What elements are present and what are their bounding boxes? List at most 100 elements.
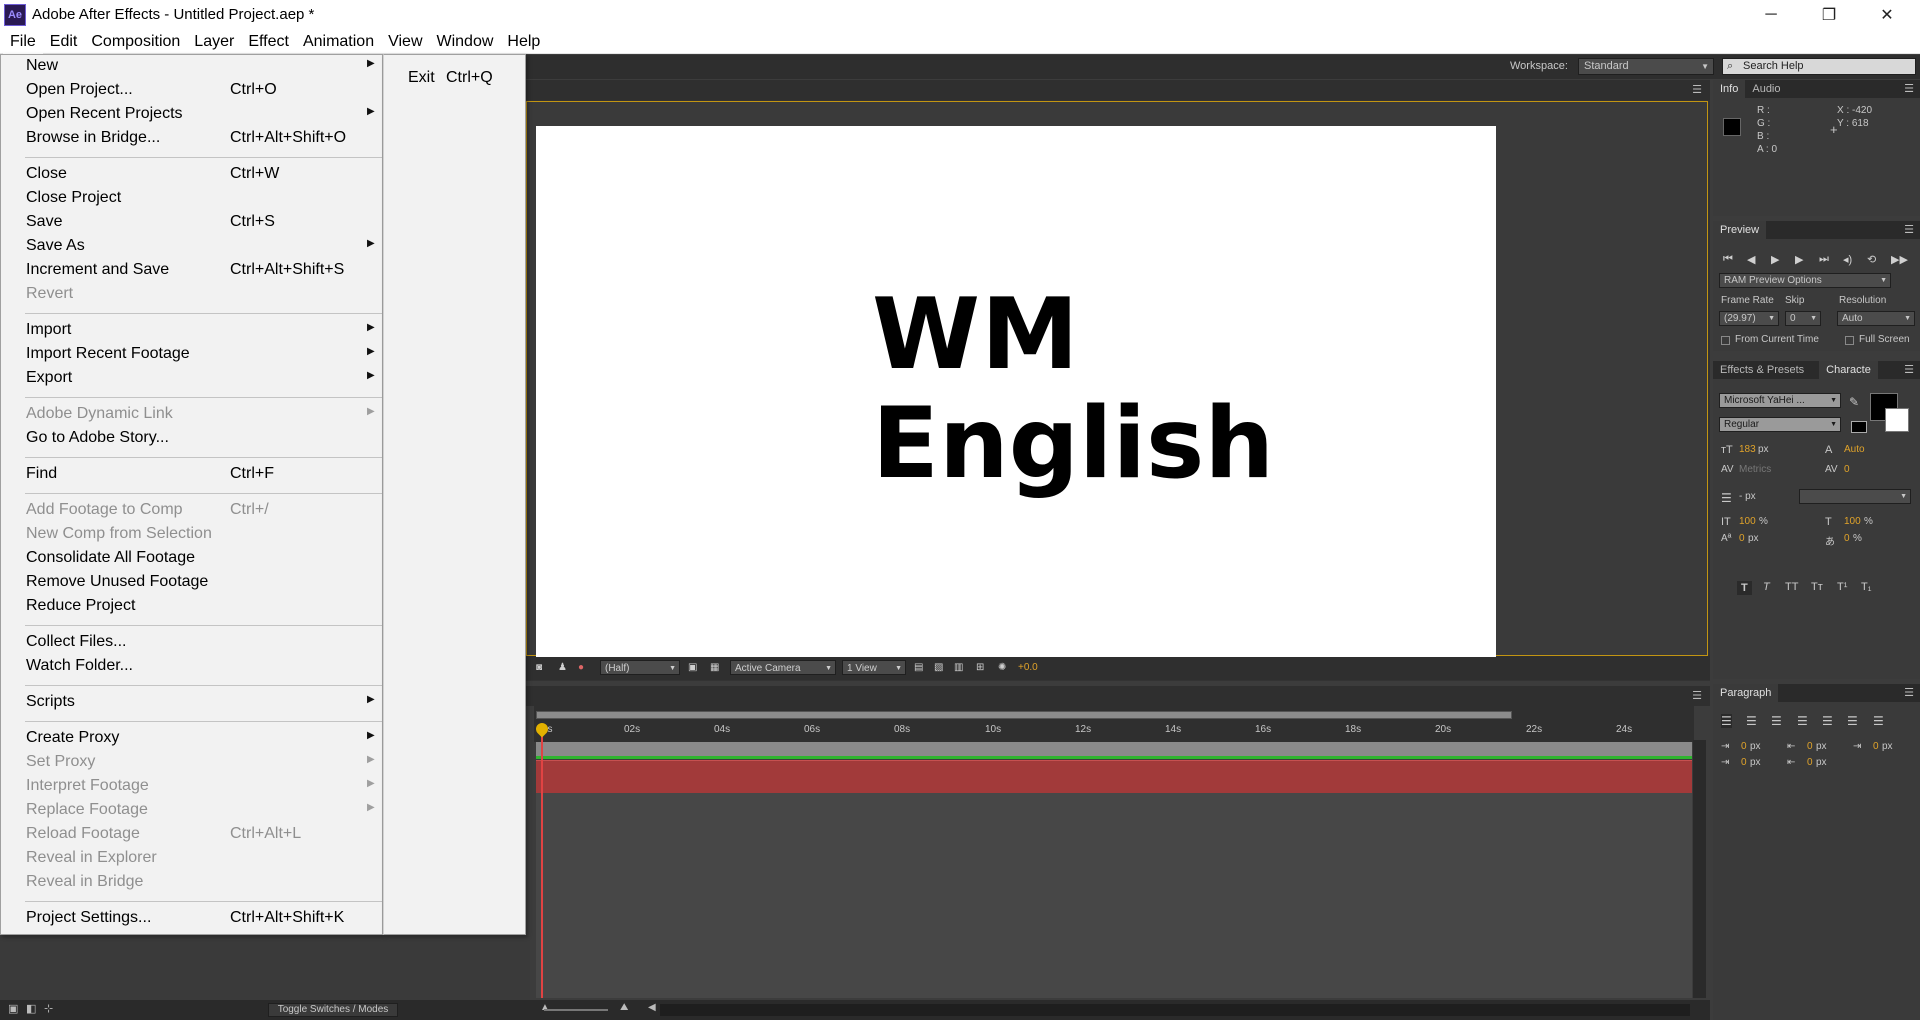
baseline-shift-value[interactable]: 0 (1739, 533, 1745, 544)
subscript-icon[interactable]: T₁ (1861, 581, 1871, 593)
space-before-value[interactable]: 0 (1741, 757, 1747, 768)
toggle-switches-modes-button[interactable]: Toggle Switches / Modes (268, 1003, 398, 1017)
camera-select[interactable]: Active Camera ▼ (730, 660, 836, 675)
justify-right-icon[interactable]: ☰ (1847, 714, 1858, 728)
menu-item-exit[interactable]: Exit (408, 69, 435, 87)
snapshot-icon[interactable]: ◙ (536, 660, 542, 675)
menu-help[interactable]: Help (500, 29, 547, 54)
collapse-panes-icon[interactable]: ⊹ (44, 1002, 53, 1015)
full-screen-checkbox[interactable] (1845, 336, 1854, 345)
stroke-order-select[interactable]: ▼ (1799, 489, 1911, 504)
menu-edit[interactable]: Edit (43, 29, 85, 54)
font-family-select[interactable]: Microsoft YaHei ... ▼ (1719, 393, 1841, 408)
align-left-icon[interactable]: ☰ (1721, 714, 1732, 728)
exposure-value[interactable]: +0.0 (1018, 660, 1038, 675)
exposure-icon[interactable]: ✺ (998, 660, 1006, 675)
menu-item-import[interactable]: Import ▶ (1, 319, 384, 343)
menu-effect[interactable]: Effect (241, 29, 296, 54)
faux-italic-icon[interactable]: T (1763, 581, 1770, 593)
last-frame-icon[interactable]: ⏭ (1819, 253, 1829, 266)
indent-right-value[interactable]: 0 (1807, 741, 1813, 752)
panel-menu-icon[interactable]: ☰ (1904, 82, 1914, 95)
menu-item-close[interactable]: Close Ctrl+W (1, 163, 384, 187)
menu-animation[interactable]: Animation (296, 29, 381, 54)
color-channel-icon[interactable]: ● (578, 660, 584, 675)
close-window-button[interactable]: ✕ (1858, 0, 1916, 29)
first-frame-icon[interactable]: ⏮ (1723, 253, 1733, 266)
align-right-icon[interactable]: ☰ (1771, 714, 1782, 728)
horizontal-scale-value[interactable]: 100 (1844, 516, 1861, 527)
search-help-input[interactable]: ⌕ Search Help (1722, 58, 1916, 75)
menu-item-remove-unused-footage[interactable]: Remove Unused Footage (1, 571, 384, 595)
tsume-value[interactable]: 0 (1844, 533, 1850, 544)
justify-all-icon[interactable]: ☰ (1873, 714, 1884, 728)
menu-item-browse-in-bridge[interactable]: Browse in Bridge... Ctrl+Alt+Shift+O (1, 127, 384, 151)
panel-menu-icon[interactable]: ☰ (1692, 83, 1702, 96)
small-caps-icon[interactable]: Tт (1811, 581, 1823, 593)
menu-item-open-recent-projects[interactable]: Open Recent Projects ▶ (1, 103, 384, 127)
menu-item-increment-and-save[interactable]: Increment and Save Ctrl+Alt+Shift+S (1, 259, 384, 283)
minimize-button[interactable]: ─ (1742, 0, 1800, 29)
transparency-grid-icon[interactable]: ▦ (710, 660, 719, 675)
eyedropper-icon[interactable]: ✎ (1849, 395, 1859, 409)
expand-panes-icon[interactable]: ◧ (26, 1002, 36, 1015)
timeline-vertical-scrollbar[interactable] (1693, 740, 1706, 998)
tab-preview[interactable]: Preview (1713, 221, 1767, 239)
render-queue-icon[interactable]: ▣ (8, 1002, 18, 1015)
font-style-select[interactable]: Regular ▼ (1719, 417, 1841, 432)
panel-menu-icon[interactable]: ☰ (1904, 363, 1914, 376)
work-area-bar[interactable] (536, 711, 1512, 719)
menu-item-import-recent-footage[interactable]: Import Recent Footage ▶ (1, 343, 384, 367)
view-layout-select[interactable]: 1 View ▼ (842, 660, 906, 675)
menu-item-go-to-adobe-story[interactable]: Go to Adobe Story... (1, 427, 384, 451)
menu-item-save-as[interactable]: Save As ▶ (1, 235, 384, 259)
timeline-horizontal-scrollbar[interactable] (660, 1004, 1690, 1016)
menu-item-consolidate-all-footage[interactable]: Consolidate All Footage (1, 547, 384, 571)
align-center-icon[interactable]: ☰ (1746, 714, 1757, 728)
timeline-icon[interactable]: ▥ (954, 660, 963, 675)
menu-item-watch-folder[interactable]: Watch Folder... (1, 655, 384, 679)
resolution-select[interactable]: Auto ▼ (1837, 311, 1915, 326)
kerning-value[interactable]: Metrics (1739, 464, 1771, 475)
timeline-zoom-slider[interactable] (544, 1009, 608, 1011)
layer-track-gray[interactable] (536, 742, 1692, 756)
audio-icon[interactable]: ◂) (1843, 253, 1852, 266)
toggle-pixel-aspect-icon[interactable]: ▤ (914, 660, 923, 675)
resolution-select[interactable]: (Half) ▼ (600, 660, 680, 675)
menu-view[interactable]: View (381, 29, 429, 54)
tab-paragraph[interactable]: Paragraph (1713, 684, 1779, 702)
vertical-scale-value[interactable]: 100 (1739, 516, 1756, 527)
menu-item-scripts[interactable]: Scripts ▶ (1, 691, 384, 715)
menu-item-find[interactable]: Find Ctrl+F (1, 463, 384, 487)
menu-item-close-project[interactable]: Close Project (1, 187, 384, 211)
scroll-left-icon[interactable]: ◀ (648, 1002, 656, 1013)
skip-select[interactable]: 0 ▼ (1785, 311, 1821, 326)
flowchart-icon[interactable]: ⊞ (976, 660, 984, 675)
menu-window[interactable]: Window (430, 29, 501, 54)
show-snapshot-icon[interactable]: ♟ (558, 660, 567, 675)
space-after-value[interactable]: 0 (1807, 757, 1813, 768)
restore-button[interactable]: ❐ (1800, 0, 1858, 29)
menu-item-collect-files[interactable]: Collect Files... (1, 631, 384, 655)
menu-item-project-settings[interactable]: Project Settings... Ctrl+Alt+Shift+K (1, 907, 384, 931)
next-frame-icon[interactable]: ▶ (1795, 253, 1803, 266)
loop-icon[interactable]: ⟲ (1867, 253, 1876, 266)
panel-menu-icon[interactable]: ☰ (1904, 223, 1914, 236)
layer-bar-red[interactable] (536, 760, 1692, 793)
text-layer-line1[interactable]: WM (872, 278, 1080, 392)
timeline-empty-area[interactable] (536, 793, 1692, 998)
play-icon[interactable]: ▶ (1771, 253, 1779, 266)
tab-info[interactable]: Info (1713, 80, 1746, 98)
all-caps-icon[interactable]: TT (1785, 581, 1798, 593)
panel-menu-icon[interactable]: ☰ (1904, 686, 1914, 699)
current-time-indicator-line[interactable] (541, 726, 543, 998)
justify-center-icon[interactable]: ☰ (1822, 714, 1833, 728)
menu-item-reduce-project[interactable]: Reduce Project (1, 595, 384, 619)
previous-frame-icon[interactable]: ◀ (1747, 253, 1755, 266)
faux-bold-icon[interactable]: T (1737, 581, 1752, 595)
tab-character[interactable]: Characte (1819, 361, 1878, 379)
zoom-out-icon[interactable]: ▲ (540, 1002, 550, 1013)
set-black-swatch[interactable] (1851, 421, 1867, 433)
first-line-indent-value[interactable]: 0 (1873, 741, 1879, 752)
menu-item-create-proxy[interactable]: Create Proxy ▶ (1, 727, 384, 751)
